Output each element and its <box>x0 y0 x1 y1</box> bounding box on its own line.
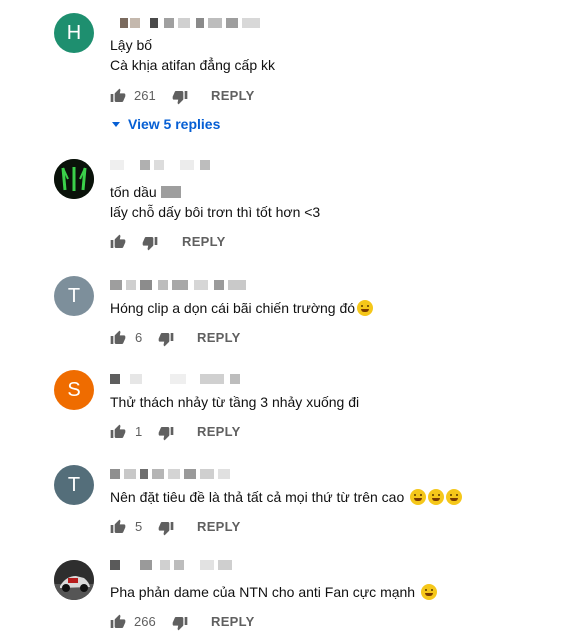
thumbs-up-icon[interactable] <box>110 234 126 250</box>
comment-text: Hóng clip a dọn cái bãi chiến trường đó <box>110 300 356 316</box>
comment-actions: 6 REPLY <box>110 328 410 348</box>
grinning-sweat-emoji-icon <box>446 489 463 505</box>
comment-text-line: tốn dầu <box>110 182 181 202</box>
comment-actions: 1 REPLY <box>110 422 410 442</box>
avatar[interactable] <box>54 159 94 199</box>
like-count: 261 <box>134 88 156 103</box>
avatar[interactable] <box>54 560 94 600</box>
avatar[interactable]: T <box>54 465 94 505</box>
like-count: 266 <box>134 614 156 629</box>
thumbs-down-icon[interactable] <box>158 331 174 347</box>
comment-text-line: Thử thách nhảy từ tầng 3 nhảy xuống đi <box>110 394 360 410</box>
thumbs-down-icon[interactable] <box>158 425 174 441</box>
reply-button[interactable]: REPLY <box>197 519 241 534</box>
author-name-pixelated[interactable] <box>110 560 270 572</box>
reply-button[interactable]: REPLY <box>197 330 241 345</box>
reply-button[interactable]: REPLY <box>197 424 241 439</box>
reply-button[interactable]: REPLY <box>211 614 255 629</box>
thumbs-up-icon[interactable] <box>110 424 126 440</box>
comment-item: H Lậy bố Cà khịa atifan đẳng cấp kk 261 … <box>0 0 582 140</box>
comment-item: T Hóng clip a dọn cái bãi chiến trường đ… <box>0 268 582 358</box>
comment-text-line: lấy chỗ dấy bôi trơn thì tốt hơn <3 <box>110 204 321 220</box>
author-name-pixelated[interactable] <box>110 469 270 481</box>
comment-item: T Nên đặt tiêu đề là thả tất cả mọi thứ … <box>0 457 582 547</box>
comment-text-line: Lậy bố <box>110 37 153 53</box>
comment-actions: REPLY <box>110 232 410 252</box>
author-name-pixelated[interactable] <box>110 374 270 386</box>
comment-actions: 261 REPLY <box>110 86 410 106</box>
thumbs-up-icon[interactable] <box>110 88 126 104</box>
author-name-pixelated[interactable] <box>110 280 270 292</box>
avatar[interactable]: S <box>54 370 94 410</box>
comment-text-line: Nên đặt tiêu đề là thả tất cả mọi thứ từ… <box>110 487 463 507</box>
author-name-pixelated[interactable] <box>110 18 270 30</box>
view-replies-label: View 5 replies <box>128 116 221 132</box>
like-count: 1 <box>135 424 143 439</box>
avatar[interactable]: T <box>54 276 94 316</box>
thumbs-down-icon[interactable] <box>172 89 188 105</box>
comment-item: Pha phản dame của NTN cho anti Fan cực m… <box>0 552 582 640</box>
comment-text: tốn dầu <box>110 184 157 200</box>
thumbs-up-icon[interactable] <box>110 330 126 346</box>
comment-text-line: Pha phản dame của NTN cho anti Fan cực m… <box>110 582 438 602</box>
car-photo-icon <box>54 560 94 600</box>
grinning-sweat-emoji-icon <box>428 489 445 505</box>
thumbs-down-icon[interactable] <box>158 520 174 536</box>
like-count: 5 <box>135 519 143 534</box>
pixelated-redaction <box>160 186 181 198</box>
thumbs-down-icon[interactable] <box>142 235 158 251</box>
comment-text: Pha phản dame của NTN cho anti Fan cực m… <box>110 584 416 600</box>
monster-logo-icon <box>54 159 94 199</box>
comment-text: Nên đặt tiêu đề là thả tất cả mọi thứ từ… <box>110 489 405 505</box>
comment-item: tốn dầu lấy chỗ dấy bôi trơn thì tốt hơn… <box>0 150 582 252</box>
thumbs-down-icon[interactable] <box>172 615 188 631</box>
avatar[interactable]: H <box>54 13 94 53</box>
reply-button[interactable]: REPLY <box>211 88 255 103</box>
comment-text-line: Hóng clip a dọn cái bãi chiến trường đó <box>110 298 374 318</box>
grinning-sweat-emoji-icon <box>410 489 427 505</box>
author-name-pixelated[interactable] <box>110 160 270 172</box>
view-replies-button[interactable]: View 5 replies <box>110 116 220 134</box>
laughing-emoji-icon <box>357 300 374 316</box>
comment-item: S Thử thách nhảy từ tầng 3 nhảy xuống đi… <box>0 362 582 452</box>
caret-down-icon <box>112 121 120 127</box>
thumbs-up-icon[interactable] <box>110 614 126 630</box>
comment-actions: 266 REPLY <box>110 612 410 632</box>
zany-face-emoji-icon <box>421 584 438 600</box>
like-count: 6 <box>135 330 143 345</box>
reply-button[interactable]: REPLY <box>182 234 226 249</box>
comment-actions: 5 REPLY <box>110 517 410 537</box>
thumbs-up-icon[interactable] <box>110 519 126 535</box>
comment-text-line: Cà khịa atifan đẳng cấp kk <box>110 57 275 73</box>
